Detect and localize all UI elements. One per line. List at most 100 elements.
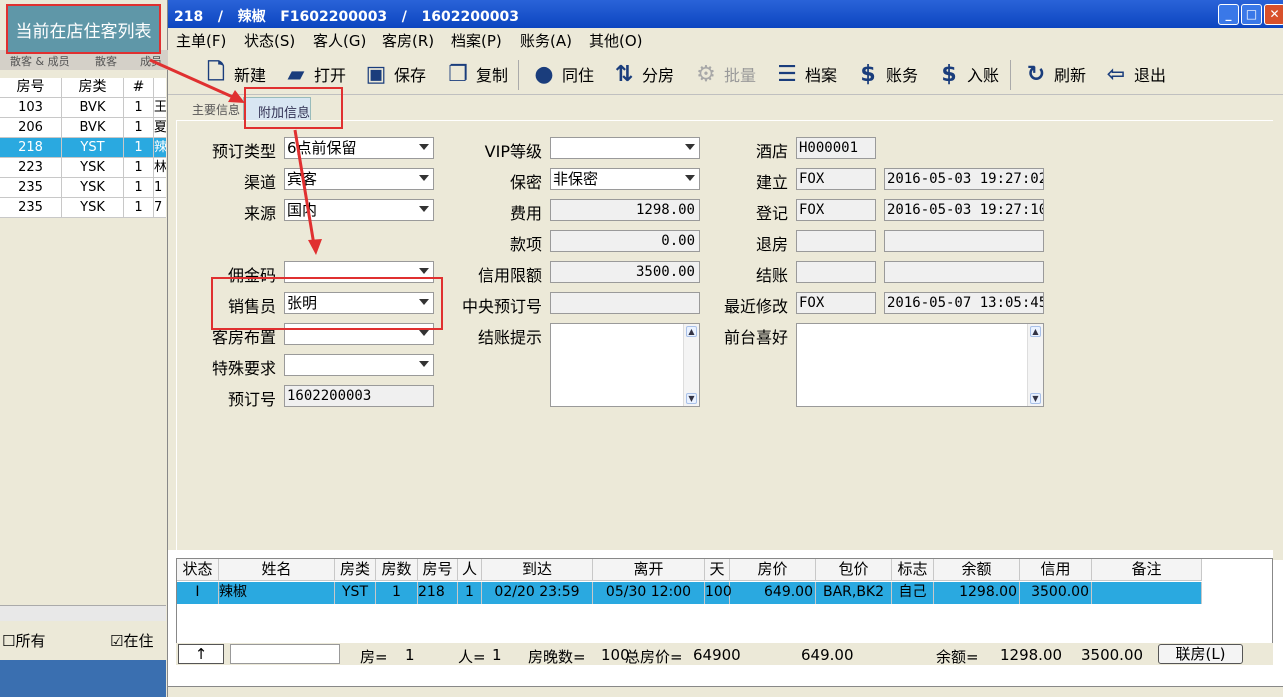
special-request-select[interactable] <box>284 354 434 376</box>
col-room[interactable]: 房号 <box>0 78 62 97</box>
vertical-scrollbar[interactable] <box>1273 95 1283 560</box>
checkbox-all[interactable]: ☐所有 <box>2 630 45 651</box>
table-row[interactable]: 206 BVK 1 夏 <box>0 118 166 138</box>
menu-other[interactable]: 其他(O) <box>589 30 643 51</box>
search-input[interactable] <box>230 644 340 664</box>
menu-room[interactable]: 客房(R) <box>382 30 434 51</box>
col-rate[interactable]: 房价 <box>730 559 816 581</box>
col-balance[interactable]: 余额 <box>934 559 1020 581</box>
batch-button[interactable]: ⚙ 批量 <box>692 58 756 90</box>
col-departure[interactable]: 离开 <box>593 559 705 581</box>
checkout-at-field <box>884 230 1044 252</box>
profile-button[interactable]: ☰ 档案 <box>773 58 837 90</box>
book-type-select[interactable]: 6点前保留 <box>284 137 434 159</box>
chevron-down-icon <box>419 268 429 274</box>
table-row[interactable]: 235 YSK 1 7 <box>0 198 166 218</box>
new-button[interactable]: 🗋 新建 <box>202 58 266 90</box>
table-row[interactable]: 223 YSK 1 林 <box>0 158 166 178</box>
guest-list-table: 房号 房类 # 103 BVK 1 王 206 BVK 1 夏 218 YST 1 辣 223 YS… <box>0 78 166 218</box>
maximize-icon[interactable]: □ <box>1241 4 1262 25</box>
table-row[interactable]: 103 BVK 1 王 <box>0 98 166 118</box>
link-rooms-button[interactable]: 联房(L) <box>1158 644 1243 664</box>
vertical-scrollbar[interactable]: ▲ ▼ <box>683 324 699 406</box>
col-arrival[interactable]: 到达 <box>482 559 593 581</box>
col-flag[interactable]: 标志 <box>892 559 934 581</box>
col-room-type[interactable]: 房类 <box>335 559 376 581</box>
split-arrows-icon: ⇅ <box>614 61 634 87</box>
col-package[interactable]: 包价 <box>816 559 892 581</box>
vip-select[interactable] <box>550 137 700 159</box>
guest-list-panel: 散客 & 成员 散客 成员 房号 房类 # 103 BVK 1 王 206 BVK 1 夏 … <box>0 0 168 697</box>
filter-checkboxes: ☐所有 ☑在住 <box>0 630 166 650</box>
table-row-selected[interactable]: I 辣椒 YST 1 218 1 02/20 23:59 05/30 12:00… <box>177 582 1202 604</box>
tab-all-guests[interactable]: 散客 & 成员 <box>10 53 70 69</box>
post-button[interactable]: $ 入账 <box>935 58 999 90</box>
col-count[interactable]: # <box>124 78 154 97</box>
split-room-button[interactable]: ⇅ 分房 <box>610 58 674 90</box>
bottom-tabs <box>168 686 1283 697</box>
label-vip: VIP等级 <box>484 142 542 161</box>
menu-main[interactable]: 主单(F) <box>176 30 226 51</box>
col-status[interactable]: 状态 <box>177 559 219 581</box>
label-booking-no: 预订号 <box>227 390 276 409</box>
preference-textarea[interactable]: ▲ ▼ <box>796 323 1044 407</box>
menu-status[interactable]: 状态(S) <box>244 30 295 51</box>
save-button[interactable]: ▣ 保存 <box>362 58 426 90</box>
close-icon[interactable]: ✕ <box>1264 4 1283 25</box>
tab-members[interactable]: 成员 <box>140 53 162 69</box>
vertical-scrollbar[interactable]: ▲ ▼ <box>1027 324 1043 406</box>
label-book-type: 预订类型 <box>211 142 276 161</box>
col-room-no[interactable]: 房号 <box>418 559 458 581</box>
menu-profile[interactable]: 档案(P) <box>451 30 502 51</box>
checkbox-in-house[interactable]: ☑在住 <box>110 630 153 651</box>
table-row-selected[interactable]: 218 YST 1 辣 <box>0 138 166 158</box>
folder-icon: ▰ <box>287 61 305 87</box>
scroll-up-icon[interactable]: ▲ <box>1030 326 1041 337</box>
dollar-list-icon: $ <box>860 61 876 87</box>
tab-fit[interactable]: 散客 <box>95 53 117 69</box>
col-type[interactable]: 房类 <box>62 78 124 97</box>
open-button[interactable]: ▰ 打开 <box>282 58 346 90</box>
label-central-booking: 中央预订号 <box>461 297 542 316</box>
exit-button[interactable]: ⇦ 退出 <box>1102 58 1166 90</box>
scroll-down-icon[interactable]: ▼ <box>1030 393 1041 404</box>
menu-account[interactable]: 账务(A) <box>520 30 572 51</box>
dollar-circle-icon: $ <box>941 61 957 87</box>
table-row[interactable]: 235 YSK 1 1 <box>0 178 166 198</box>
source-select[interactable]: 国内 <box>284 199 434 221</box>
col-name[interactable]: 姓名 <box>219 559 335 581</box>
account-button[interactable]: $ 账务 <box>854 58 918 90</box>
label-hotel: 酒店 <box>755 142 788 161</box>
scroll-top-button[interactable]: ↑ <box>178 644 224 664</box>
chevron-down-icon <box>685 175 695 181</box>
chevron-down-icon <box>685 144 695 150</box>
created-by-field: FOX <box>796 168 876 190</box>
scroll-up-icon[interactable]: ▲ <box>686 326 697 337</box>
exit-icon: ⇦ <box>1106 61 1126 87</box>
chevron-down-icon <box>419 361 429 367</box>
col-credit[interactable]: 信用 <box>1020 559 1092 581</box>
secret-select[interactable]: 非保密 <box>550 168 700 190</box>
share-room-button[interactable]: ● 同住 <box>530 58 594 90</box>
channel-select[interactable]: 宾客 <box>284 168 434 190</box>
horizontal-scrollbar[interactable] <box>0 605 166 621</box>
tab-main-info[interactable]: 主要信息 <box>192 101 240 118</box>
col-room-count[interactable]: 房数 <box>376 559 418 581</box>
menu-guest[interactable]: 客人(G) <box>313 30 366 51</box>
col-days[interactable]: 天 <box>705 559 730 581</box>
refresh-button[interactable]: ↻ 刷新 <box>1022 58 1086 90</box>
hotel-field: H000001 <box>796 137 876 159</box>
checkout-tip-textarea[interactable]: ▲ ▼ <box>550 323 700 407</box>
copy-icon: ❐ <box>448 61 468 87</box>
checkout-by-field <box>796 230 876 252</box>
label-payment: 款项 <box>509 235 542 254</box>
credit-limit-field: 3500.00 <box>550 261 700 283</box>
total-label: 总房价= <box>625 648 683 666</box>
col-persons[interactable]: 人 <box>458 559 482 581</box>
col-remark[interactable]: 备注 <box>1092 559 1202 581</box>
label-checkout-tip: 结账提示 <box>477 328 542 347</box>
scroll-down-icon[interactable]: ▼ <box>686 393 697 404</box>
booking-no-field: 1602200003 <box>284 385 434 407</box>
copy-button[interactable]: ❐ 复制 <box>444 58 508 90</box>
minimize-icon[interactable]: _ <box>1218 4 1239 25</box>
